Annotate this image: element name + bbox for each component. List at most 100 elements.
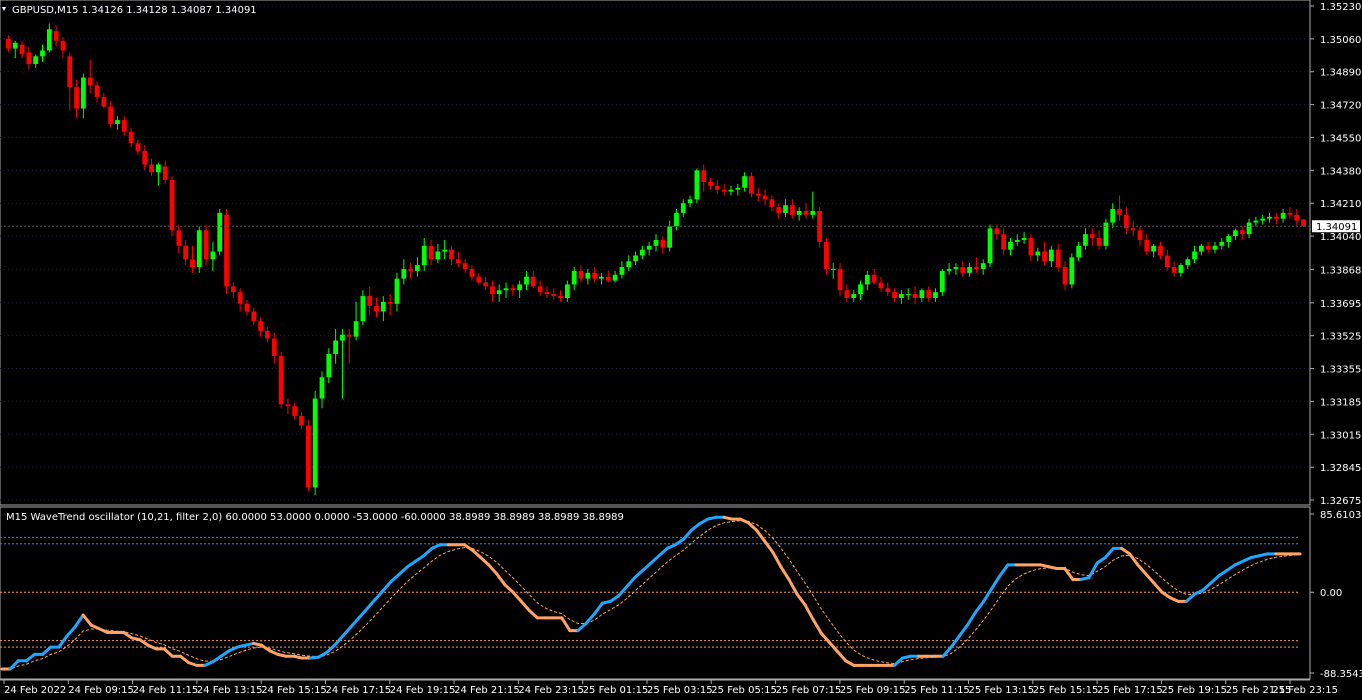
candle-body: [237, 292, 243, 304]
candle-body: [1137, 230, 1143, 240]
price-pane[interactable]: GBPUSD,M15 1.34126 1.34128 1.34087 1.340…: [0, 0, 1311, 506]
candle-body: [721, 189, 727, 192]
price-tick-label: 1.34890: [1320, 68, 1361, 79]
candle-body: [1212, 245, 1218, 250]
candle-body: [864, 274, 870, 285]
candle-body: [251, 311, 257, 322]
chart-canvas: GBPUSD,M15 1.34126 1.34128 1.34087 1.340…: [0, 0, 1362, 700]
candle-body: [796, 210, 802, 215]
time-tick-label: 24 Feb 15:15: [261, 685, 327, 696]
price-tick-label: 1.33525: [1320, 332, 1361, 343]
candle-body: [708, 181, 713, 186]
current-price-label: 1.34091: [1316, 222, 1357, 233]
candle-body: [878, 282, 884, 289]
price-tick-label: 1.35060: [1320, 35, 1361, 46]
candle-body: [851, 294, 857, 298]
candle-body: [1035, 251, 1041, 256]
candle-body: [271, 338, 277, 356]
price-pane-title: GBPUSD,M15 1.34126 1.34128 1.34087 1.340…: [12, 5, 257, 16]
candle-body: [1294, 214, 1300, 221]
time-tick-label: 25 Feb 19:15: [1161, 685, 1227, 696]
candle-body: [837, 268, 843, 291]
time-tick-label: 25 Feb 15:15: [1033, 685, 1099, 696]
candle-body: [1246, 222, 1252, 235]
time-tick-label: 25 Feb 05:15: [711, 685, 777, 696]
candle-body: [1287, 212, 1293, 215]
time-tick-label: 24 Feb 19:15: [390, 685, 456, 696]
candle-body: [980, 263, 986, 269]
time-tick-label: 24 Feb 21:15: [454, 685, 520, 696]
candle-body: [442, 249, 448, 252]
candle: [939, 268, 945, 297]
time-tick-label: 24 Feb 11:15: [133, 685, 199, 696]
candle-body: [810, 210, 816, 215]
oscillator-pane-frame: [0, 506, 1311, 680]
candle-body: [26, 52, 32, 65]
candle-body: [1171, 267, 1177, 273]
candle-body: [960, 267, 966, 273]
candle-body: [912, 294, 918, 298]
candle-body: [183, 245, 189, 260]
candle-body: [469, 268, 475, 277]
candle-body: [687, 199, 693, 204]
candle-body: [1280, 212, 1286, 219]
candle-body: [1144, 239, 1150, 252]
candle-body: [1185, 259, 1191, 266]
candle-body: [176, 230, 182, 246]
candle: [312, 390, 318, 496]
price-tick-label: 1.33355: [1320, 365, 1361, 376]
candle-body: [503, 288, 509, 291]
candle-body: [558, 296, 563, 298]
candle-body: [1062, 267, 1068, 285]
candle-body: [169, 180, 175, 231]
oscillator-pane[interactable]: M15 WaveTrend oscillator (10,21, filter …: [0, 506, 1311, 680]
candle-body: [203, 230, 209, 260]
candle-body: [1008, 241, 1013, 250]
candle-body: [1226, 236, 1231, 242]
candle-body: [217, 212, 223, 252]
candle-body: [755, 193, 761, 196]
candle-body: [6, 38, 11, 49]
candle-body: [660, 239, 666, 248]
candle-body: [1273, 216, 1279, 219]
price-tick-label: 1.34210: [1320, 199, 1361, 210]
price-tick-label: 1.33695: [1320, 299, 1361, 310]
candle: [694, 168, 700, 204]
candle: [278, 352, 284, 409]
candle-body: [1267, 216, 1272, 219]
candle-body: [537, 286, 543, 293]
candle-body: [762, 195, 768, 200]
candle-body: [196, 230, 202, 268]
candle-body: [1028, 238, 1034, 256]
candle-body: [1198, 245, 1204, 252]
candle-body: [285, 404, 291, 407]
candle-body: [639, 249, 645, 256]
candle-body: [578, 270, 584, 279]
candle-body: [789, 205, 795, 215]
candle: [169, 176, 175, 237]
candle-body: [899, 294, 904, 298]
price-tick-label: 1.34720: [1320, 101, 1361, 112]
candle-body: [374, 305, 379, 312]
candle-body: [714, 185, 720, 190]
candle-body: [680, 203, 686, 213]
candle-body: [1239, 230, 1245, 235]
price-tick-label: 1.32675: [1320, 496, 1361, 507]
candle: [217, 209, 223, 256]
time-tick-label: 25 Feb 03:15: [647, 685, 713, 696]
oscillator-tick-label: -88.3543: [1320, 669, 1362, 680]
candle-body: [892, 292, 897, 298]
candle-body: [524, 276, 529, 285]
candle-body: [46, 29, 52, 51]
candle-body: [67, 56, 73, 88]
candle-body: [387, 301, 393, 304]
candle-body: [885, 288, 891, 293]
candle-body: [305, 425, 311, 488]
candle-body: [905, 294, 911, 296]
candle-body: [401, 268, 407, 279]
candle: [1069, 253, 1075, 289]
candle-body: [1260, 218, 1266, 221]
candle-body: [1021, 238, 1027, 240]
candle-body: [53, 31, 59, 41]
time-tick-label: 24 Feb 17:15: [326, 685, 392, 696]
